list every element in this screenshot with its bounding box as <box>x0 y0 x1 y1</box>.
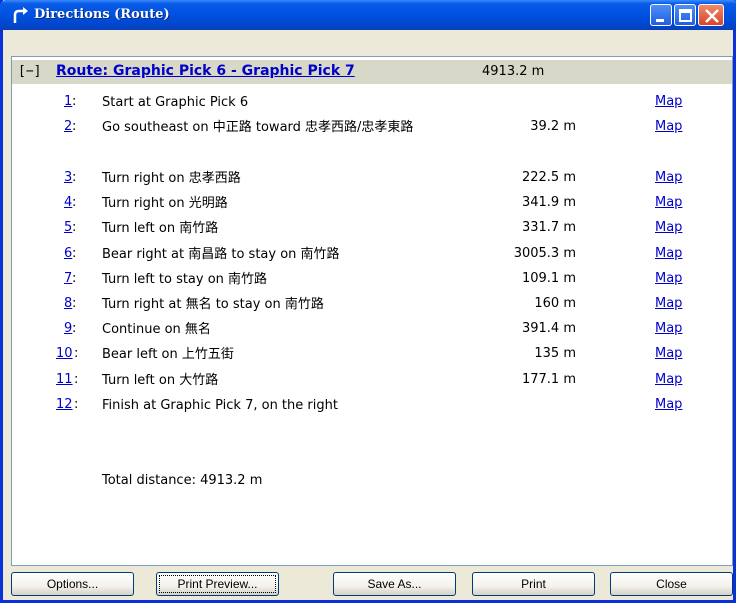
maximize-button[interactable] <box>674 4 696 26</box>
step-instruction: Start at Graphic Pick 6 <box>102 95 249 110</box>
step-colon: : <box>72 296 77 311</box>
total-distance: Total distance: 4913.2 m <box>102 473 263 488</box>
step-colon: : <box>72 246 77 261</box>
step-colon: : <box>72 220 77 235</box>
step-distance: 135 m <box>534 346 576 361</box>
window-title: Directions (Route) <box>34 7 170 22</box>
step-map-link[interactable]: Map <box>655 321 682 336</box>
print-preview-button[interactable]: Print Preview... <box>156 572 279 596</box>
step-colon: : <box>72 170 77 185</box>
step-map-link[interactable]: Map <box>655 271 682 286</box>
step-distance: 160 m <box>534 296 576 311</box>
step-distance: 109.1 m <box>521 271 576 286</box>
step-instruction: Bear right at 南昌路 to stay on 南竹路 <box>102 247 340 262</box>
step-map-link[interactable]: Map <box>655 296 682 311</box>
save-as-button[interactable]: Save As... <box>333 572 456 596</box>
step-instruction: Go southeast on 中正路 toward 忠孝西路/忠孝東路 <box>102 120 414 135</box>
step-map-link[interactable]: Map <box>655 170 682 185</box>
step-colon: : <box>72 94 77 109</box>
directions-window: Directions (Route) [−] Route: Graphic Pi… <box>0 0 736 603</box>
route-total-distance: 4913.2 m <box>482 64 545 79</box>
step-instruction: Turn right at 無名 to stay on 南竹路 <box>102 297 324 312</box>
step-map-link[interactable]: Map <box>655 246 682 261</box>
step-colon: : <box>74 397 79 412</box>
step-colon: : <box>72 119 77 134</box>
step-instruction: Turn left on 大竹路 <box>102 373 219 388</box>
step-distance: 331.7 m <box>521 220 576 235</box>
step-colon: : <box>72 321 77 336</box>
step-colon: : <box>72 195 77 210</box>
step-colon: : <box>72 271 77 286</box>
step-instruction: Continue on 無名 <box>102 322 211 337</box>
step-map-link[interactable]: Map <box>655 220 682 235</box>
title-bar[interactable]: Directions (Route) <box>0 0 736 30</box>
step-number-link[interactable]: 12 <box>56 397 73 412</box>
step-map-link[interactable]: Map <box>655 397 682 412</box>
step-distance: 222.5 m <box>521 170 576 185</box>
directions-list[interactable]: [−] Route: Graphic Pick 6 - Graphic Pick… <box>11 56 733 566</box>
step-map-link[interactable]: Map <box>655 346 682 361</box>
step-distance: 39.2 m <box>530 119 576 134</box>
step-colon: : <box>74 372 79 387</box>
minimize-button[interactable] <box>650 4 672 26</box>
step-instruction: Turn right on 忠孝西路 <box>102 171 241 186</box>
maximize-icon <box>679 9 692 22</box>
step-colon: : <box>74 346 79 361</box>
route-title-link[interactable]: Route: Graphic Pick 6 - Graphic Pick 7 <box>56 63 355 79</box>
step-map-link[interactable]: Map <box>655 372 682 387</box>
print-button[interactable]: Print <box>472 572 595 596</box>
step-number-link[interactable]: 10 <box>56 346 73 361</box>
step-map-link[interactable]: Map <box>655 94 682 109</box>
step-distance: 391.4 m <box>521 321 576 336</box>
minimize-icon <box>656 19 664 22</box>
step-instruction: Turn left on 南竹路 <box>102 221 219 236</box>
step-instruction: Finish at Graphic Pick 7, on the right <box>102 398 338 413</box>
options-button[interactable]: Options... <box>11 572 134 596</box>
close-button[interactable]: Close <box>610 572 733 596</box>
route-header-row: [−] Route: Graphic Pick 6 - Graphic Pick… <box>12 60 732 84</box>
step-distance: 3005.3 m <box>513 246 576 261</box>
step-map-link[interactable]: Map <box>655 119 682 134</box>
step-instruction: Turn left to stay on 南竹路 <box>102 272 268 287</box>
collapse-toggle[interactable]: [−] <box>18 64 41 79</box>
step-instruction: Bear left on 上竹五街 <box>102 347 234 362</box>
step-number-link[interactable]: 11 <box>56 372 73 387</box>
step-distance: 177.1 m <box>521 372 576 387</box>
route-arrow-icon <box>13 7 28 23</box>
step-distance: 341.9 m <box>521 195 576 210</box>
step-instruction: Turn right on 光明路 <box>102 196 228 211</box>
close-icon <box>705 9 719 23</box>
close-window-button[interactable] <box>698 4 724 26</box>
button-bar: Options... Print Preview... Save As... P… <box>11 572 733 598</box>
step-map-link[interactable]: Map <box>655 195 682 210</box>
